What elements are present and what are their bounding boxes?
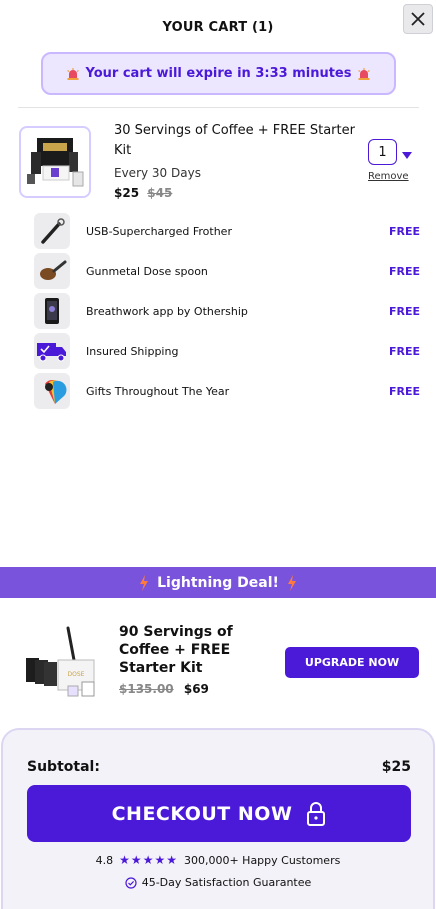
expire-banner: Your cart will expire in 3:33 minutes (41, 52, 396, 95)
perk-value: FREE (388, 384, 420, 398)
cart-title: YOUR CART (1) (162, 20, 274, 35)
truck-icon (34, 333, 70, 369)
deal-current-price: $69 (183, 682, 209, 696)
customers-text: 300,000+ Happy Customers (183, 853, 341, 867)
perk-value: FREE (388, 224, 420, 238)
expire-text: Your cart will expire in 3:33 minutes (85, 66, 352, 81)
guarantee-row: 45-Day Satisfaction Guarantee (0, 876, 436, 889)
perk-value: FREE (388, 344, 420, 358)
perk-label: Gifts Throughout The Year (86, 384, 230, 398)
list-item: Insured Shipping FREE (34, 333, 420, 369)
lightning-icon (287, 574, 296, 591)
chevron-down-icon[interactable] (402, 152, 412, 159)
spoon-icon (34, 253, 70, 289)
star-rating-icon: ★★★★★ (119, 853, 178, 867)
checkout-button[interactable]: CHECKOUT NOW (27, 785, 411, 842)
perk-value: FREE (388, 264, 420, 278)
lock-icon (307, 801, 326, 826)
gift-icon (34, 373, 70, 409)
deal-price: $135.00 $69 (119, 682, 209, 696)
checkout-button-label: CHECKOUT NOW (111, 802, 293, 825)
rating-value: 4.8 (95, 853, 114, 867)
subtotal-label: Subtotal: (27, 759, 100, 775)
perk-label: Insured Shipping (86, 344, 179, 358)
quantity-select[interactable]: 1 (368, 139, 397, 165)
list-item: Breathwork app by Othership FREE (34, 293, 420, 329)
deal-old-price: $135.00 (119, 682, 174, 696)
item-old-price: $45 (147, 186, 173, 200)
item-frequency: Every 30 Days (114, 166, 201, 180)
guarantee-text: 45-Day Satisfaction Guarantee (141, 876, 312, 889)
perk-label: Gunmetal Dose spoon (86, 264, 208, 278)
deal-title: 90 Servings of Coffee + FREE Starter Kit (119, 624, 233, 676)
lightning-icon (140, 574, 149, 591)
list-item: Gifts Throughout The Year FREE (34, 373, 420, 409)
phone-app-icon (34, 293, 70, 329)
list-item: Gunmetal Dose spoon FREE (34, 253, 420, 289)
perk-label: USB-Supercharged Frother (86, 224, 232, 238)
lightning-deal-banner: Lightning Deal! (0, 567, 436, 598)
close-icon (411, 12, 425, 26)
check-circle-icon (125, 876, 137, 889)
close-button[interactable] (403, 4, 433, 34)
perk-label: Breathwork app by Othership (86, 304, 248, 318)
product-image (19, 126, 91, 198)
deal-product-image: DOSE (22, 620, 104, 702)
list-item: USB-Supercharged Frother FREE (34, 213, 420, 249)
frother-icon (34, 213, 70, 249)
remove-link[interactable]: Remove (368, 171, 409, 182)
siren-icon (66, 67, 79, 80)
lightning-deal-text: Lightning Deal! (157, 574, 279, 591)
item-title: 30 Servings of Coffee + FREE Starter Kit (114, 123, 355, 158)
upgrade-now-button[interactable]: UPGRADE NOW (285, 647, 419, 678)
siren-icon (358, 67, 371, 80)
item-price: $25 $45 (114, 186, 172, 200)
svg-text:DOSE: DOSE (68, 671, 85, 678)
perk-value: FREE (388, 304, 420, 318)
divider (18, 107, 419, 108)
rating-row: 4.8 ★★★★★ 300,000+ Happy Customers (0, 853, 436, 867)
item-current-price: $25 (114, 186, 140, 200)
subtotal-value: $25 (381, 759, 411, 775)
